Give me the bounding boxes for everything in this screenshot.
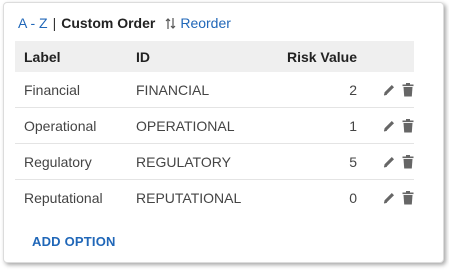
table-row: Regulatory REGULATORY 5 <box>15 144 414 180</box>
row-label: Financial <box>24 81 81 98</box>
pencil-icon[interactable] <box>382 191 396 205</box>
row-risk-value: 5 <box>349 153 357 170</box>
pencil-icon[interactable] <box>382 83 396 97</box>
row-risk-value: 1 <box>349 117 357 134</box>
row-actions <box>357 190 414 205</box>
row-label: Regulatory <box>24 153 92 170</box>
add-option-button[interactable]: ADD OPTION <box>32 234 116 249</box>
table-header: Label ID Risk Value <box>15 41 414 72</box>
row-risk-value: 2 <box>349 81 357 98</box>
header-id: ID <box>136 48 150 65</box>
table-row: Reputational REPUTATIONAL 0 <box>15 180 414 215</box>
sort-bar: A - Z | Custom Order Reorder <box>18 13 231 33</box>
row-actions <box>357 118 414 133</box>
options-card: A - Z | Custom Order Reorder Label ID Ri… <box>3 2 444 263</box>
row-id: REPUTATIONAL <box>136 189 242 206</box>
trash-icon[interactable] <box>402 190 414 205</box>
sort-arrows-icon <box>165 17 176 30</box>
pencil-icon[interactable] <box>382 119 396 133</box>
sort-az-link[interactable]: A - Z <box>18 15 48 31</box>
trash-icon[interactable] <box>402 154 414 169</box>
table-row: Financial FINANCIAL 2 <box>15 72 414 108</box>
row-id: OPERATIONAL <box>136 117 235 134</box>
sort-custom-order[interactable]: Custom Order <box>61 15 155 31</box>
row-id: REGULATORY <box>136 153 231 170</box>
pencil-icon[interactable] <box>382 155 396 169</box>
row-id: FINANCIAL <box>136 81 210 98</box>
row-actions <box>357 82 414 97</box>
row-risk-value: 0 <box>349 189 357 206</box>
sort-separator: | <box>52 15 57 31</box>
reorder-button[interactable]: Reorder <box>165 15 231 31</box>
trash-icon[interactable] <box>402 118 414 133</box>
options-table: Label ID Risk Value Financial FINANCIAL … <box>15 41 414 215</box>
trash-icon[interactable] <box>402 82 414 97</box>
header-risk-value: Risk Value <box>286 48 357 65</box>
row-label: Operational <box>24 117 97 134</box>
row-actions <box>357 154 414 169</box>
row-label: Reputational <box>24 189 103 206</box>
reorder-label: Reorder <box>180 15 231 31</box>
header-label: Label <box>24 48 61 65</box>
table-row: Operational OPERATIONAL 1 <box>15 108 414 144</box>
